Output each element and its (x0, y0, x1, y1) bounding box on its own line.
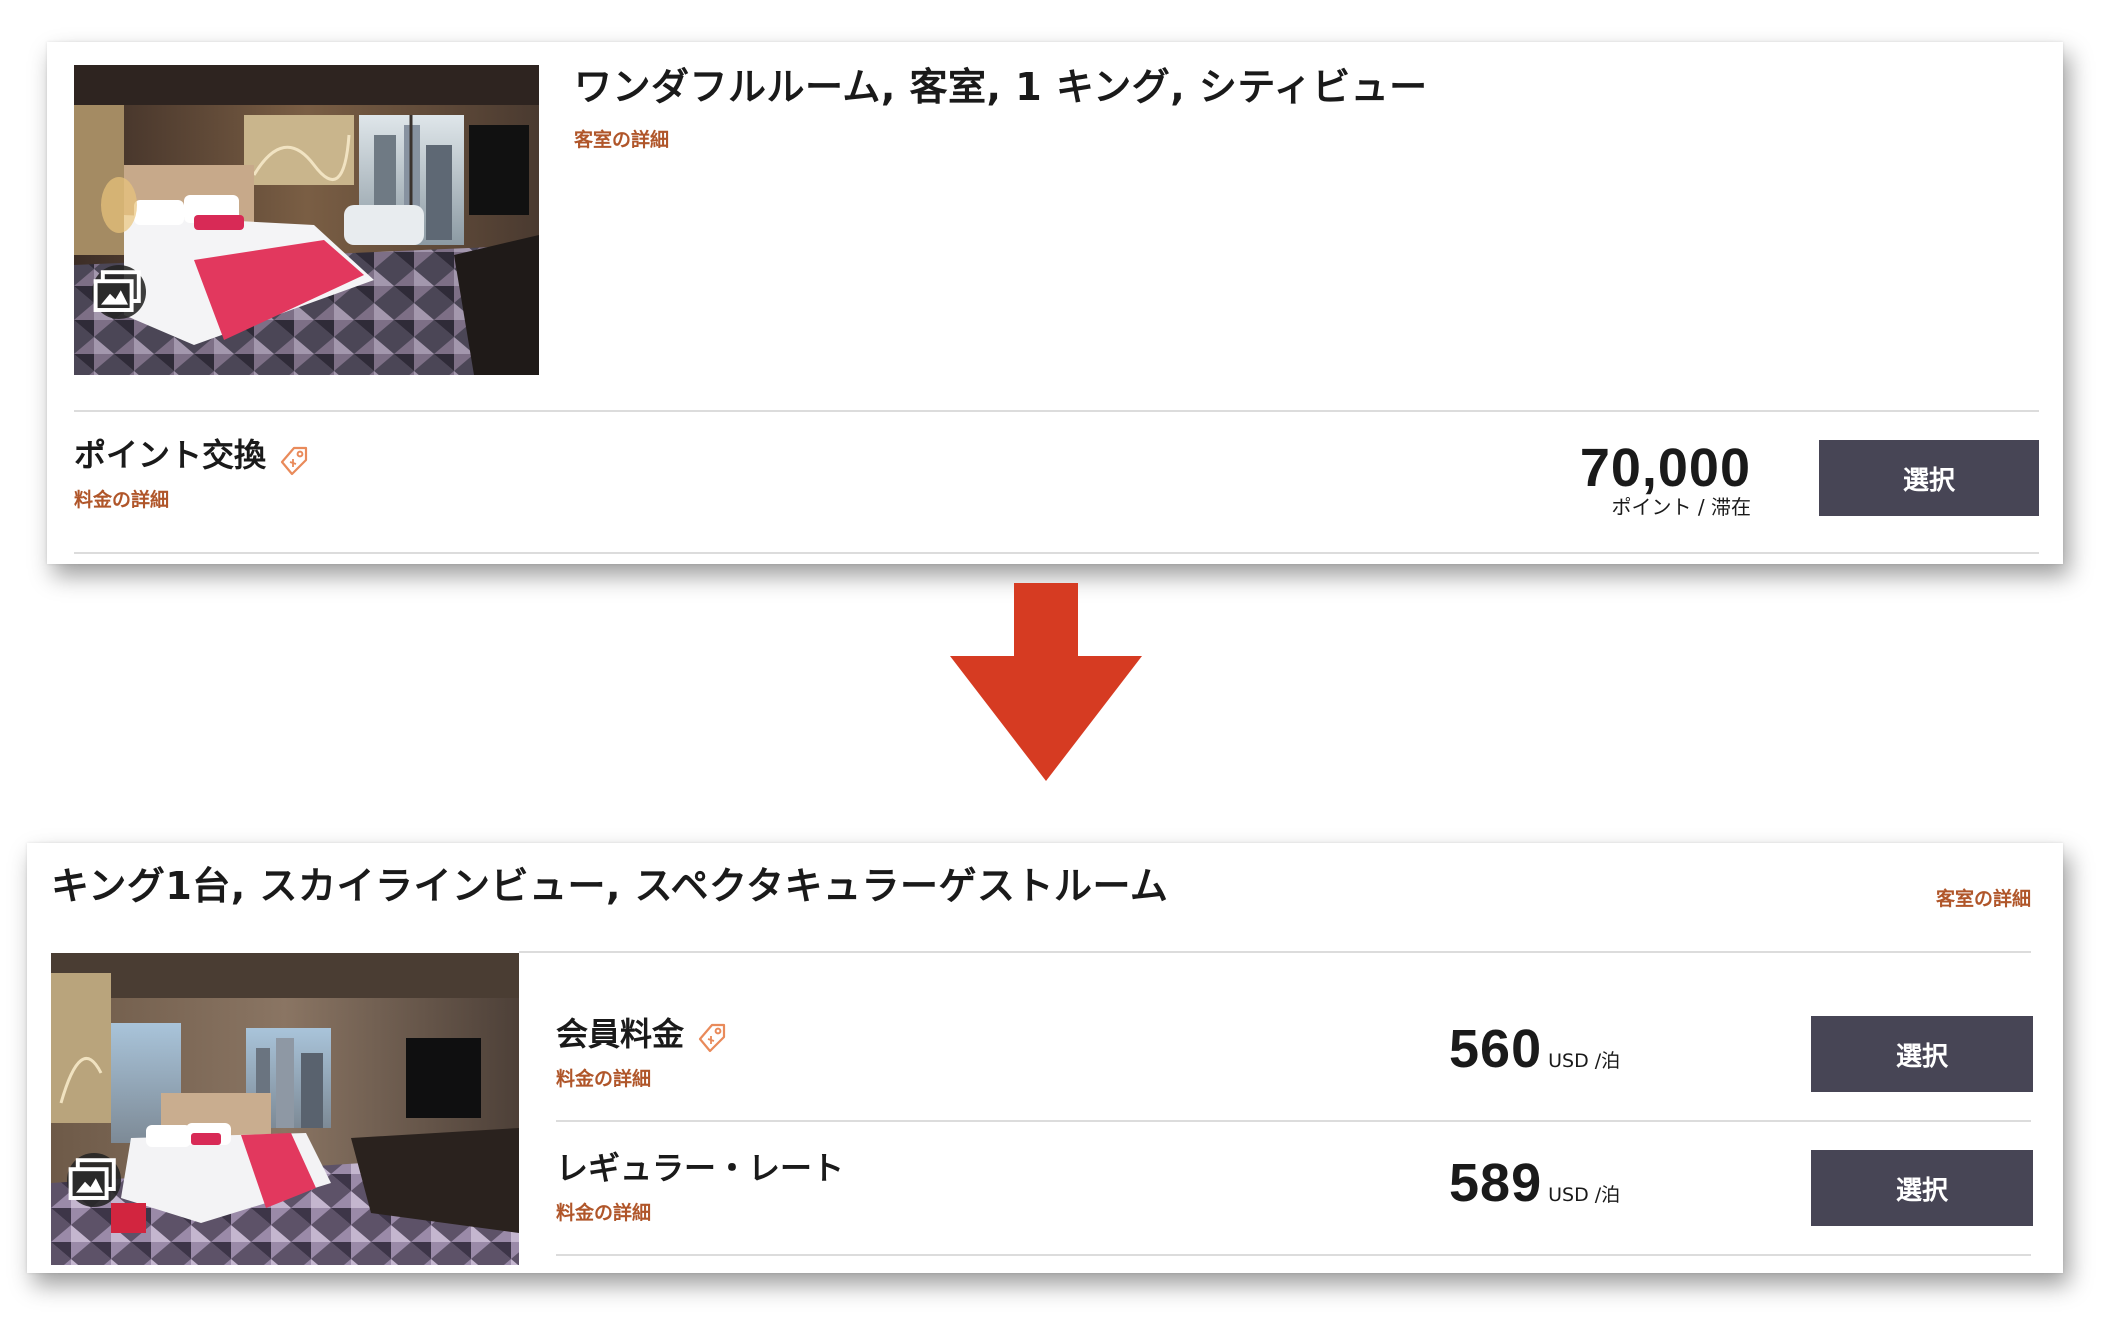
room-title: キング1台, スカイラインビュー, スペクタキュラーゲストルーム (51, 864, 1169, 908)
rate-name-label: ポイント交換 (74, 436, 267, 474)
gallery-icon (93, 270, 141, 312)
down-arrow-icon (950, 583, 1142, 781)
gallery-icon (68, 1158, 116, 1200)
room-photo[interactable] (51, 953, 519, 1265)
select-button[interactable]: 選択 (1819, 440, 2039, 516)
divider (74, 410, 2039, 412)
rate-name-label: 会員料金 (556, 1015, 685, 1053)
price-block: 70,000 ポイント / 滞在 (1580, 440, 1751, 520)
gallery-button[interactable] (67, 1153, 121, 1207)
room-title: ワンダフルルーム, 客室, 1 キング, シティビュー (574, 65, 1428, 109)
room-photo-illustration (51, 953, 519, 1265)
select-button[interactable]: 選択 (1811, 1150, 2033, 1226)
rate-name-member: 会員料金 (556, 1014, 728, 1054)
rate-name-label: レギュラー・レート (556, 1149, 845, 1187)
rate-name-points: ポイント交換 (74, 434, 310, 476)
tag-icon (280, 446, 308, 476)
room-detail-link[interactable]: 客室の詳細 (574, 128, 669, 152)
room-detail-link[interactable]: 客室の詳細 (1936, 887, 2031, 911)
rate-detail-link[interactable]: 料金の詳細 (556, 1067, 651, 1091)
room-photo-illustration (74, 65, 539, 375)
divider (556, 1120, 2031, 1122)
room-photo[interactable] (74, 65, 539, 375)
rate-detail-link[interactable]: 料金の詳細 (556, 1201, 651, 1225)
divider (74, 552, 2039, 554)
room-card-after: キング1台, スカイラインビュー, スペクタキュラーゲストルーム 客室の詳細 会… (27, 843, 2063, 1273)
price-value: 70,000 (1579, 438, 1751, 498)
gallery-button[interactable] (92, 265, 146, 319)
price-block: 560 USD /泊 (1449, 1021, 1620, 1077)
price-block: 589 USD /泊 (1449, 1155, 1620, 1211)
rate-name-regular: レギュラー・レート (556, 1148, 844, 1188)
select-button[interactable]: 選択 (1811, 1016, 2033, 1092)
divider (519, 951, 2031, 953)
price-value: 589 (1449, 1153, 1543, 1213)
price-unit: USD /泊 (1548, 1050, 1621, 1072)
divider (556, 1254, 2031, 1256)
price-value: 560 (1449, 1019, 1543, 1079)
room-card-before: ワンダフルルーム, 客室, 1 キング, シティビュー 客室の詳細 ポイント交換… (47, 42, 2063, 564)
rate-detail-link[interactable]: 料金の詳細 (74, 488, 169, 512)
price-unit: USD /泊 (1548, 1184, 1621, 1206)
tag-icon (698, 1023, 726, 1053)
